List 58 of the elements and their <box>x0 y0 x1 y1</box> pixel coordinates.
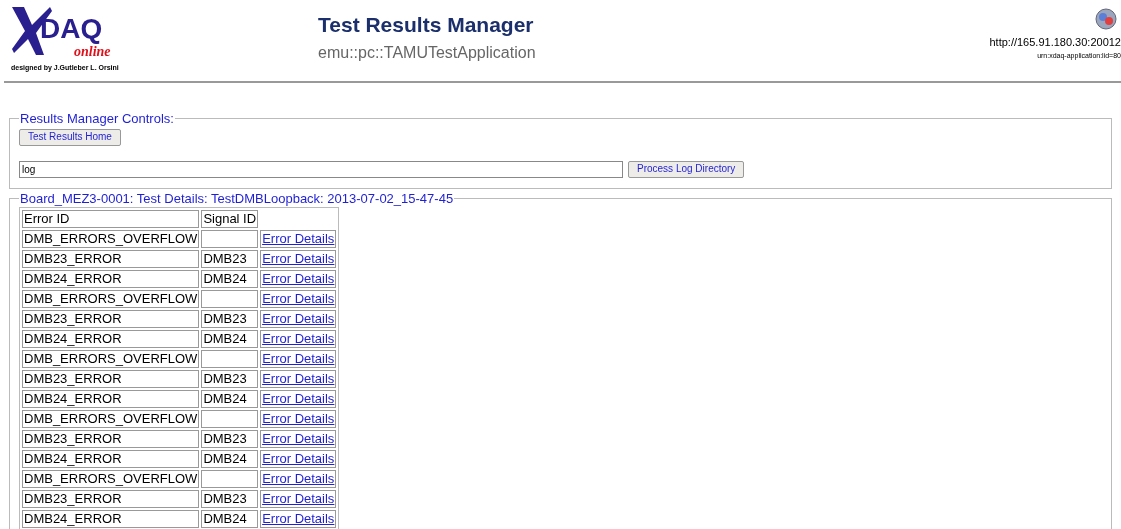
error-details-link[interactable]: Error Details <box>262 271 335 286</box>
process-button[interactable]: Process Log Directory <box>628 160 745 178</box>
error-details-link[interactable]: Error Details <box>262 351 335 366</box>
table-cell: DMB24_ERROR <box>22 269 200 288</box>
table-cell: DMB24_ERROR <box>22 389 200 408</box>
table-cell: DMB23_ERROR <box>22 489 200 508</box>
table-cell: DMB23 <box>201 489 259 508</box>
logo-text: DAQ <box>40 15 103 43</box>
error-details-link[interactable]: Error Details <box>262 471 335 486</box>
table-cell <box>201 349 259 368</box>
error-details-link[interactable]: Error Details <box>262 431 335 446</box>
error-details-link[interactable]: Error Details <box>262 451 335 466</box>
panel-legend: Board_MEZ3-0001: Test Details: TestDMBLoopback: 2013-07-02_15-47-45 <box>19 189 455 209</box>
table-cell: DMB_ERRORS_OVERFLOW <box>22 409 200 428</box>
error-details-link[interactable]: Error Details <box>262 491 335 506</box>
home-button[interactable]: Test Results Home <box>19 128 121 146</box>
table-cell: DMB24 <box>201 269 259 288</box>
table-cell: DMB_ERRORS_OVERFLOW <box>22 229 200 248</box>
error-details-link[interactable]: Error Details <box>262 231 335 246</box>
page-subtitle: emu::pc::TAMUTestApplication <box>318 43 536 64</box>
error-details-link[interactable]: Error Details <box>262 291 335 306</box>
column-header: Error ID <box>22 209 200 228</box>
table-cell: DMB23 <box>201 309 259 328</box>
application-url: http://165.91.180.30:20012 <box>989 35 1121 50</box>
table-cell: DMB24_ERROR <box>22 509 200 528</box>
panel-legend: Results Manager Controls: <box>19 109 175 129</box>
application-icon <box>1095 8 1117 30</box>
table-cell: DMB23_ERROR <box>22 429 200 448</box>
table-cell: DMB23 <box>201 369 259 388</box>
error-details-link[interactable]: Error Details <box>262 371 335 386</box>
error-details-link[interactable]: Error Details <box>262 311 335 326</box>
table-cell <box>201 229 259 248</box>
table-cell: DMB23_ERROR <box>22 309 200 328</box>
table-cell: DMB24 <box>201 509 259 528</box>
column-header: Signal ID <box>201 209 259 228</box>
logo-tagline: online <box>74 45 111 59</box>
table-cell: DMB_ERRORS_OVERFLOW <box>22 289 200 308</box>
table-cell: DMB_ERRORS_OVERFLOW <box>22 469 200 488</box>
error-details-link[interactable]: Error Details <box>262 251 335 266</box>
table-cell <box>201 409 259 428</box>
table-cell: DMB_ERRORS_OVERFLOW <box>22 349 200 368</box>
table-cell: DMB23 <box>201 249 259 268</box>
table-cell: DMB24 <box>201 449 259 468</box>
directory-field[interactable]: log <box>19 160 623 178</box>
table-cell <box>201 469 259 488</box>
table-cell: DMB24_ERROR <box>22 449 200 468</box>
table-cell: DMB24_ERROR <box>22 329 200 348</box>
error-details-link[interactable]: Error Details <box>262 331 335 346</box>
error-details-link[interactable]: Error Details <box>262 411 335 426</box>
table-cell <box>201 289 259 308</box>
table-cell: DMB23_ERROR <box>22 249 200 268</box>
table-cell: DMB24 <box>201 389 259 408</box>
table-cell: DMB23 <box>201 429 259 448</box>
page-title: Test Results Manager <box>318 12 534 38</box>
error-details-link[interactable]: Error Details <box>262 511 335 526</box>
table-cell: DMB24 <box>201 329 259 348</box>
error-details-link[interactable]: Error Details <box>262 391 335 406</box>
table-cell: DMB23_ERROR <box>22 369 200 388</box>
